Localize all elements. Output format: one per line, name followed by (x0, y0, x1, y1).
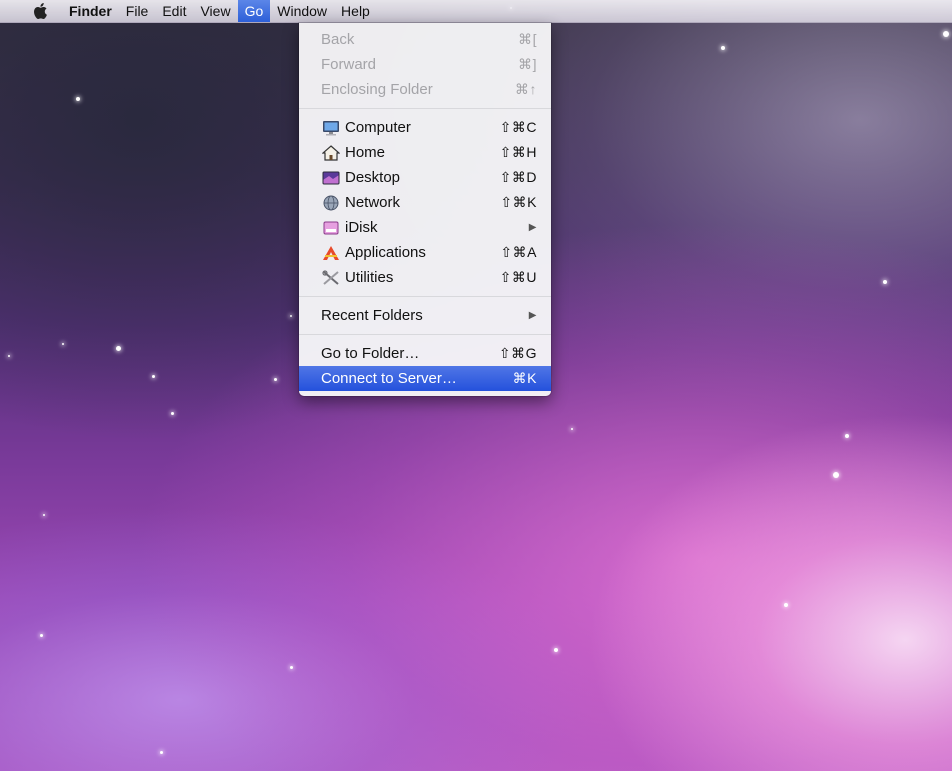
menubar-file[interactable]: File (119, 0, 156, 22)
star (883, 280, 887, 284)
menu-bar: Finder File Edit View Go Window Help (0, 0, 952, 23)
star (833, 472, 839, 478)
menu-separator (299, 334, 551, 335)
menu-item-shortcut: ⌘K (512, 370, 537, 386)
menu-item-label: Connect to Server… (321, 370, 457, 387)
star (845, 434, 849, 438)
menu-item-label: Applications (345, 244, 426, 261)
menu-item-label: Computer (345, 119, 411, 136)
applications-icon (321, 244, 341, 262)
menu-item-connect-to-server[interactable]: Connect to Server… ⌘K (299, 366, 551, 391)
menubar-finder[interactable]: Finder (62, 0, 119, 22)
menu-separator (299, 296, 551, 297)
menu-item-shortcut: ⌘↑ (515, 81, 537, 97)
star (62, 343, 64, 345)
menu-item-forward[interactable]: Forward ⌘] (299, 52, 551, 77)
star (290, 315, 292, 317)
network-icon (321, 194, 341, 212)
menu-item-network[interactable]: Network ⇧⌘K (299, 190, 551, 215)
star (43, 514, 45, 516)
menu-item-shortcut: ⌘[ (518, 31, 537, 47)
star (116, 346, 121, 351)
star (76, 97, 80, 101)
menu-item-shortcut: ⌘] (518, 56, 537, 72)
menu-item-shortcut: ⇧⌘D (499, 169, 537, 185)
go-menu-dropdown: Back ⌘[ Forward ⌘] Enclosing Folder ⌘↑ C… (299, 23, 551, 396)
menu-item-applications[interactable]: Applications ⇧⌘A (299, 240, 551, 265)
apple-menu[interactable] (30, 0, 52, 22)
star (571, 428, 573, 430)
apple-logo-icon (34, 3, 47, 19)
menu-separator (299, 108, 551, 109)
menu-item-home[interactable]: Home ⇧⌘H (299, 140, 551, 165)
desktop-icon (321, 169, 341, 187)
submenu-arrow-icon: ▶ (528, 310, 537, 321)
menubar-view[interactable]: View (193, 0, 237, 22)
star (554, 648, 558, 652)
menubar-go[interactable]: Go (237, 0, 271, 22)
menu-item-label: Enclosing Folder (321, 81, 433, 98)
idisk-icon (321, 219, 341, 237)
menu-item-label: Recent Folders (321, 307, 423, 324)
submenu-arrow-icon: ▶ (528, 222, 537, 233)
menu-item-label: Network (345, 194, 401, 211)
menu-item-enclosing-folder[interactable]: Enclosing Folder ⌘↑ (299, 77, 551, 102)
menu-item-back[interactable]: Back ⌘[ (299, 27, 551, 52)
utilities-icon (321, 269, 341, 287)
menu-item-label: Forward (321, 56, 377, 73)
menu-item-computer[interactable]: Computer ⇧⌘C (299, 115, 551, 140)
star (784, 603, 788, 607)
star (40, 634, 43, 637)
menu-item-utilities[interactable]: Utilities ⇧⌘U (299, 265, 551, 290)
menu-item-label: Go to Folder… (321, 345, 420, 362)
menu-item-go-to-folder[interactable]: Go to Folder… ⇧⌘G (299, 341, 551, 366)
star (290, 666, 293, 669)
menubar-window[interactable]: Window (270, 0, 334, 22)
menu-item-recent-folders[interactable]: Recent Folders ▶ (299, 303, 551, 328)
menu-item-shortcut: ⇧⌘U (499, 269, 537, 285)
star (171, 412, 174, 415)
menu-item-label: Back (321, 31, 355, 48)
menubar-help[interactable]: Help (334, 0, 377, 22)
star (160, 751, 163, 754)
star (8, 355, 10, 357)
menu-item-label: Home (345, 144, 386, 161)
menubar-edit[interactable]: Edit (155, 0, 193, 22)
star (152, 375, 155, 378)
home-icon (321, 144, 341, 162)
menu-item-label: iDisk (345, 219, 378, 236)
menu-item-shortcut: ⇧⌘K (500, 194, 537, 210)
star (943, 31, 949, 37)
menu-item-label: Utilities (345, 269, 394, 286)
menu-item-label: Desktop (345, 169, 401, 186)
menu-item-desktop[interactable]: Desktop ⇧⌘D (299, 165, 551, 190)
computer-icon (321, 119, 341, 137)
star (274, 378, 277, 381)
menu-item-shortcut: ⇧⌘H (499, 144, 537, 160)
menu-item-shortcut: ⇧⌘G (498, 345, 537, 361)
star (721, 46, 725, 50)
menu-item-idisk[interactable]: iDisk ▶ (299, 215, 551, 240)
menu-item-shortcut: ⇧⌘A (500, 244, 537, 260)
menu-item-shortcut: ⇧⌘C (499, 119, 537, 135)
